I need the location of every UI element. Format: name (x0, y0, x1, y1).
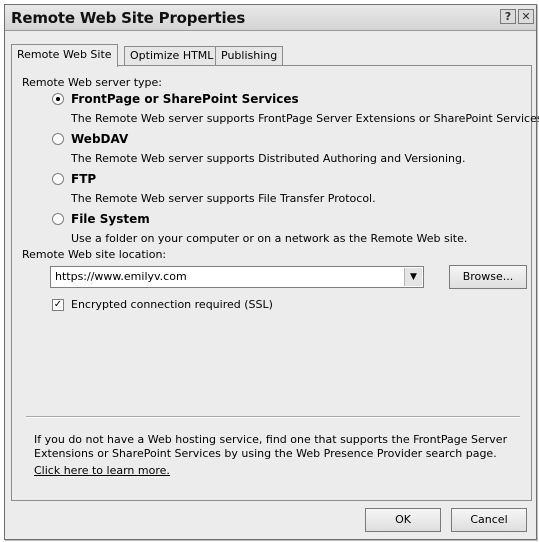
option-label-file-system[interactable]: File System (71, 212, 150, 226)
radio-file-system[interactable] (52, 213, 64, 225)
location-combobox[interactable]: https://www.emilyv.com ▼ (50, 266, 424, 288)
ssl-label[interactable]: Encrypted connection required (SSL) (71, 298, 273, 311)
tab-optimize-html[interactable]: Optimize HTML (124, 46, 220, 66)
option-label-frontpage-sharepoint[interactable]: FrontPage or SharePoint Services (71, 92, 299, 106)
cancel-button[interactable]: Cancel (451, 508, 527, 532)
dialog-title: Remote Web Site Properties (11, 9, 246, 27)
server-type-label: Remote Web server type: (22, 76, 163, 89)
tab-publishing[interactable]: Publishing (215, 46, 284, 66)
option-desc-webdav: The Remote Web server supports Distribut… (71, 152, 466, 165)
radio-webdav[interactable] (52, 133, 64, 145)
hosting-info-line-1: If you do not have a Web hosting service… (34, 433, 508, 446)
location-label: Remote Web site location: (22, 248, 167, 261)
radio-frontpage-sharepoint[interactable] (52, 93, 64, 105)
title-bar: Remote Web Site Properties ? ✕ (5, 5, 536, 31)
help-icon[interactable]: ? (500, 9, 516, 24)
option-label-webdav[interactable]: WebDAV (71, 132, 128, 146)
option-label-ftp[interactable]: FTP (71, 172, 96, 186)
divider (26, 416, 520, 418)
tab-panel-remote-web-site: Remote Web server type: FrontPage or Sha… (11, 65, 539, 501)
radio-ftp[interactable] (52, 173, 64, 185)
remote-web-site-properties-dialog: Remote Web Site Properties ? ✕ Remote We… (4, 4, 539, 540)
hosting-info-line-2: Extensions or SharePoint Services by usi… (34, 447, 497, 460)
option-desc-ftp: The Remote Web server supports File Tran… (71, 192, 376, 205)
option-desc-frontpage-sharepoint: The Remote Web server supports FrontPage… (71, 112, 539, 125)
close-icon[interactable]: ✕ (518, 9, 534, 24)
browse-button[interactable]: Browse... (449, 265, 527, 289)
option-desc-file-system: Use a folder on your computer or on a ne… (71, 232, 468, 245)
ssl-checkbox[interactable]: ✓ (52, 299, 64, 311)
ok-button[interactable]: OK (365, 508, 441, 532)
learn-more-link[interactable]: Click here to learn more. (34, 464, 170, 477)
location-input[interactable]: https://www.emilyv.com (55, 270, 187, 283)
chevron-down-icon[interactable]: ▼ (404, 268, 422, 286)
tab-remote-web-site[interactable]: Remote Web Site (11, 44, 118, 67)
